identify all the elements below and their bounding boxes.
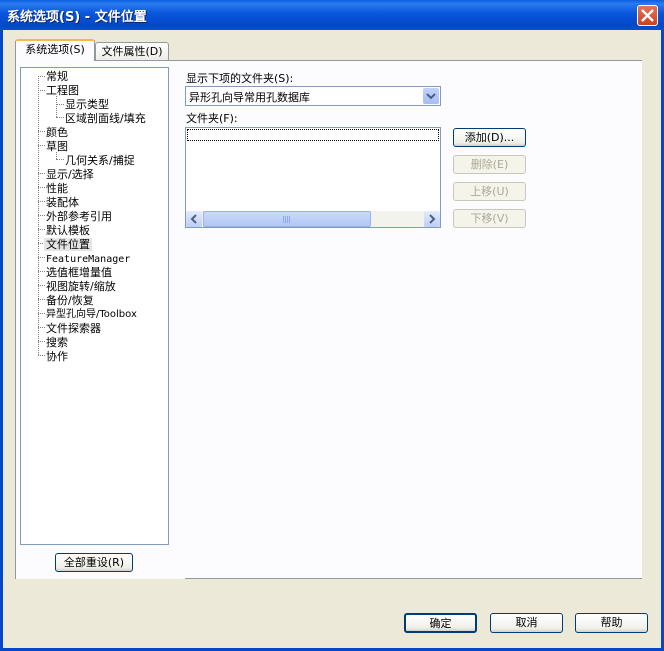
window-title: 系统选项(S) - 文件位置: [7, 10, 147, 25]
thumb-grip: [285, 216, 286, 223]
tree-item-drawings[interactable]: 工程图: [46, 84, 79, 97]
move-up-button[interactable]: 上移(U): [453, 182, 526, 201]
tree-connector: [56, 152, 57, 159]
scroll-right-button[interactable]: [424, 211, 440, 227]
tree-connector: [38, 201, 45, 202]
tree-connector: [38, 313, 45, 314]
tree-connector: [38, 131, 45, 132]
folder-type-selected: 异形孔向导常用孔数据库: [189, 91, 310, 104]
tree-connector: [38, 355, 45, 356]
tree-item-colors[interactable]: 颜色: [46, 126, 68, 139]
tree-item-display-selection[interactable]: 显示/选择: [46, 168, 94, 181]
tree-item-area-hatch[interactable]: 区域剖面线/填充: [65, 112, 146, 125]
chevron-down-icon: [426, 93, 436, 100]
tree-item-display-style[interactable]: 显示类型: [65, 98, 109, 111]
tree-item-file-locations[interactable]: 文件位置: [44, 238, 92, 251]
thumb-grip: [289, 216, 290, 223]
add-folder-button[interactable]: 添加(D)...: [453, 128, 526, 147]
arrow-right-icon: [429, 214, 436, 224]
tree-connector: [38, 327, 45, 328]
thumb-grip: [283, 216, 284, 223]
list-item[interactable]: [187, 129, 439, 141]
tree-item-performance[interactable]: 性能: [46, 182, 68, 195]
tree-connector: [56, 117, 64, 118]
horizontal-scrollbar[interactable]: [186, 211, 440, 227]
tree-connector: [38, 257, 45, 258]
tree-item-assemblies[interactable]: 装配体: [46, 196, 79, 209]
tree-item-view[interactable]: 视图旋转/缩放: [46, 280, 116, 293]
tree-item-backup-recover[interactable]: 备份/恢复: [46, 294, 94, 307]
dropdown-arrow-button[interactable]: [423, 88, 439, 104]
tree-item-default-templates[interactable]: 默认模板: [46, 224, 90, 237]
tree-connector: [38, 271, 45, 272]
reset-all-button[interactable]: 全部重设(R): [55, 553, 133, 572]
title-bar[interactable]: 系统选项(S) - 文件位置: [0, 0, 664, 30]
tree-connector: [38, 341, 45, 342]
tree-item-sketch[interactable]: 草图: [46, 140, 68, 153]
arrow-left-icon: [190, 214, 197, 224]
tree-item-collaboration[interactable]: 协作: [46, 350, 68, 363]
options-tree[interactable]: 常规 工程图 显示类型 区域剖面线/填充 颜色 草图 几何关系/捕捉 显示/选择…: [20, 67, 169, 545]
tree-item-spin-box-increments[interactable]: 选值框增量值: [46, 266, 112, 279]
tree-connector: [38, 145, 45, 146]
delete-folder-button[interactable]: 删除(E): [453, 155, 526, 174]
tab-document-properties[interactable]: 文件属性(D): [95, 42, 169, 61]
tree-item-hole-wizard-toolbox[interactable]: 异型孔向导/Toolbox: [46, 308, 137, 321]
cancel-button[interactable]: 取消: [490, 613, 563, 633]
tree-item-relations-snaps[interactable]: 几何关系/捕捉: [65, 154, 135, 167]
window-border-left: [0, 30, 3, 651]
tree-connector: [38, 173, 45, 174]
close-icon: [641, 9, 654, 22]
tree-connector: [38, 285, 45, 286]
tab-system-options[interactable]: 系统选项(S): [15, 39, 95, 61]
tree-connector: [56, 96, 57, 117]
divider: [185, 578, 642, 579]
tree-connector: [56, 159, 64, 160]
tree-item-featuremanager[interactable]: FeatureManager: [46, 253, 130, 266]
tree-connector: [38, 229, 45, 230]
tree-item-search[interactable]: 搜索: [46, 336, 68, 349]
tree-connector: [38, 90, 45, 91]
scroll-left-button[interactable]: [186, 211, 202, 227]
tree-connector: [38, 299, 45, 300]
help-button[interactable]: 帮助: [575, 613, 648, 633]
tree-item-external-references[interactable]: 外部参考引用: [46, 210, 112, 223]
tree-connector: [56, 104, 64, 105]
tree-connector: [38, 215, 45, 216]
tree-connector: [38, 76, 45, 77]
folder-type-dropdown[interactable]: 异形孔向导常用孔数据库: [185, 86, 441, 106]
tree-connector: [38, 187, 45, 188]
ok-button[interactable]: 确定: [404, 613, 477, 633]
tree-item-general[interactable]: 常规: [46, 70, 68, 83]
thumb-grip: [287, 216, 288, 223]
move-down-button[interactable]: 下移(V): [453, 209, 526, 228]
folders-list-label: 文件夹(F):: [186, 112, 238, 125]
close-button[interactable]: [637, 5, 658, 26]
show-folders-label: 显示下项的文件夹(S):: [186, 72, 294, 85]
scroll-thumb[interactable]: [203, 211, 371, 227]
tree-item-file-explorer[interactable]: 文件探索器: [46, 322, 101, 335]
folders-list[interactable]: [185, 127, 441, 228]
